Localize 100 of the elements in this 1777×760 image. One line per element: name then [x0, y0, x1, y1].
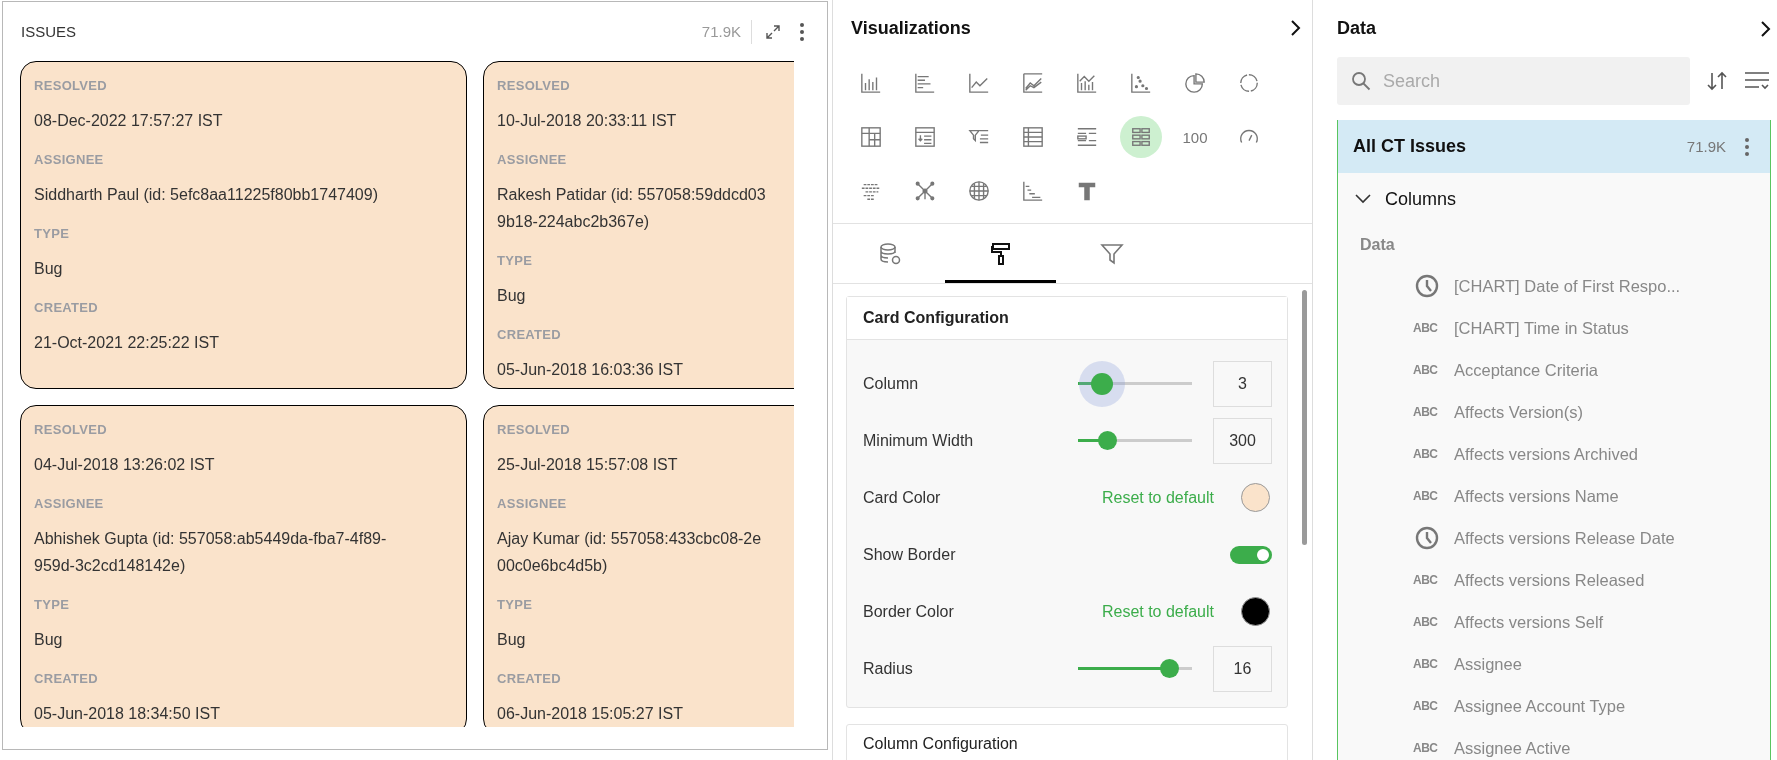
type-label: ABC — [1413, 741, 1439, 755]
section-title: Column Configuration — [862, 734, 1019, 753]
field-label: RESOLVED — [34, 77, 108, 95]
field-value: 05-Jun-2018 18:34:50 IST — [34, 704, 220, 724]
column-item[interactable]: Affects versions Release Date — [1454, 528, 1675, 548]
scatter-chart-icon — [1130, 72, 1152, 94]
panel-title: Visualizations — [851, 17, 971, 39]
type-label: ABC — [1413, 321, 1439, 335]
chevron-right-icon[interactable] — [1290, 19, 1302, 37]
field-value: Bug — [497, 286, 526, 306]
more-options-icon[interactable] — [799, 21, 805, 42]
area-chart-icon — [1022, 72, 1044, 94]
column-item[interactable]: [CHART] Date of First Respo... — [1454, 276, 1681, 296]
pivot-chart-icon — [860, 126, 882, 148]
number-field[interactable]: 16 — [1213, 645, 1272, 692]
paint-roller-icon — [988, 241, 1013, 266]
column-item[interactable]: Assignee Account Type — [1454, 696, 1626, 716]
search-field[interactable]: Search — [1337, 57, 1690, 105]
setting-label: Column — [863, 374, 920, 393]
data-source-row[interactable]: All CT Issues 71.9K — [1338, 120, 1770, 173]
field-label: CREATED — [34, 670, 99, 688]
type-label: ABC — [1413, 447, 1439, 461]
field-value: 21-Oct-2021 22:25:22 IST — [34, 333, 219, 353]
field-value: Ajay Kumar (id: 557058:433cbc08-2e — [497, 529, 762, 549]
line-chart-icon — [968, 72, 990, 94]
record-count: 71.9K — [701, 23, 741, 40]
field-value: 10-Jul-2018 20:33:11 IST — [497, 111, 677, 131]
bar-chart-icon — [860, 72, 882, 94]
color-swatch[interactable] — [1241, 483, 1270, 512]
database-gear-icon — [877, 241, 902, 266]
setting-label: Border Color — [863, 602, 955, 621]
clock-icon — [1415, 526, 1439, 550]
network-chart-icon — [914, 180, 936, 202]
expand-icon[interactable] — [765, 23, 781, 40]
column-item[interactable]: Affects versions Archived — [1454, 444, 1639, 464]
type-label: ABC — [1413, 489, 1439, 503]
field-value: 9b18-224abc2b367e) — [497, 212, 650, 232]
field-label: CREATED — [497, 326, 562, 344]
type-label: ABC — [1413, 615, 1439, 629]
field-label: CREATED — [497, 670, 562, 688]
pie-chart-icon — [1184, 72, 1206, 94]
reset-link[interactable]: Reset to default — [1101, 488, 1214, 507]
column-item[interactable]: Assignee — [1454, 654, 1522, 674]
field-label: CREATED — [34, 299, 99, 317]
chevron-right-icon[interactable] — [1760, 19, 1772, 38]
field-value: Bug — [34, 630, 63, 650]
sort-icon[interactable] — [1706, 70, 1728, 92]
column-item[interactable]: Affects Version(s) — [1454, 402, 1583, 422]
cards-chart-icon — [1130, 126, 1152, 148]
text-chart-icon — [1076, 180, 1098, 202]
panel-title: ISSUES — [21, 23, 78, 40]
column-item[interactable]: [CHART] Time in Status — [1454, 318, 1629, 338]
color-swatch[interactable] — [1241, 597, 1270, 626]
field-value: 08-Dec-2022 17:57:27 IST — [34, 111, 223, 131]
filter-list-icon[interactable] — [1744, 70, 1770, 92]
field-label: TYPE — [34, 596, 71, 614]
setting-label: Minimum Width — [863, 431, 975, 450]
field-label: RESOLVED — [34, 421, 108, 439]
search-input[interactable]: Search — [1381, 69, 1665, 93]
field-value: 00c0e6bc4d5b) — [497, 556, 608, 576]
column-item[interactable]: Affects versions Self — [1454, 612, 1604, 632]
search-icon — [1351, 71, 1371, 91]
type-label: ABC — [1413, 699, 1439, 713]
section-title: Card Configuration — [847, 297, 1287, 340]
hbar-chart-icon — [914, 72, 936, 94]
number-chart-button[interactable]: 100 — [1174, 116, 1216, 158]
setting-label: Radius — [863, 659, 914, 678]
globe-chart-icon — [968, 180, 990, 202]
column-item[interactable]: Affects versions Released — [1454, 570, 1645, 590]
panel-title: Data — [1337, 18, 1376, 39]
number-field[interactable]: 3 — [1213, 360, 1272, 407]
type-label: ABC — [1413, 657, 1439, 671]
gantt-chart-icon — [1022, 180, 1044, 202]
columns-toggle[interactable]: Columns — [1338, 173, 1457, 225]
toggle-switch[interactable] — [1230, 545, 1272, 564]
record-count: 71.9K — [1686, 138, 1726, 155]
field-label: ASSIGNEE — [497, 495, 568, 513]
field-value: Bug — [497, 630, 526, 650]
chart-type-button[interactable] — [1120, 116, 1162, 158]
scrollbar[interactable] — [1302, 290, 1307, 545]
column-item[interactable]: Assignee Active — [1454, 738, 1571, 758]
field-value: Bug — [34, 259, 63, 279]
setting-label: Show Border — [863, 545, 957, 564]
field-label: ASSIGNEE — [34, 495, 105, 513]
field-value: 25-Jul-2018 15:57:08 IST — [497, 455, 678, 475]
field-label: TYPE — [497, 252, 534, 270]
more-options-icon[interactable] — [1744, 136, 1750, 157]
number-field[interactable]: 300 — [1213, 417, 1272, 464]
detail-chart-icon — [914, 126, 936, 148]
clock-icon — [1415, 274, 1439, 298]
field-label: ASSIGNEE — [497, 151, 568, 169]
reset-link[interactable]: Reset to default — [1101, 602, 1214, 621]
list-chart-icon — [1076, 126, 1098, 148]
field-value: 959d-3c2cd148142e) — [34, 556, 186, 576]
setting-label: Card Color — [863, 488, 942, 507]
column-item[interactable]: Acceptance Criteria — [1454, 360, 1598, 380]
field-label: RESOLVED — [497, 421, 571, 439]
field-value: Abhishek Gupta (id: 557058:ab5449da-fba7-4f89- — [34, 529, 387, 549]
combo-chart-icon — [1076, 72, 1098, 94]
column-item[interactable]: Affects versions Name — [1454, 486, 1619, 506]
